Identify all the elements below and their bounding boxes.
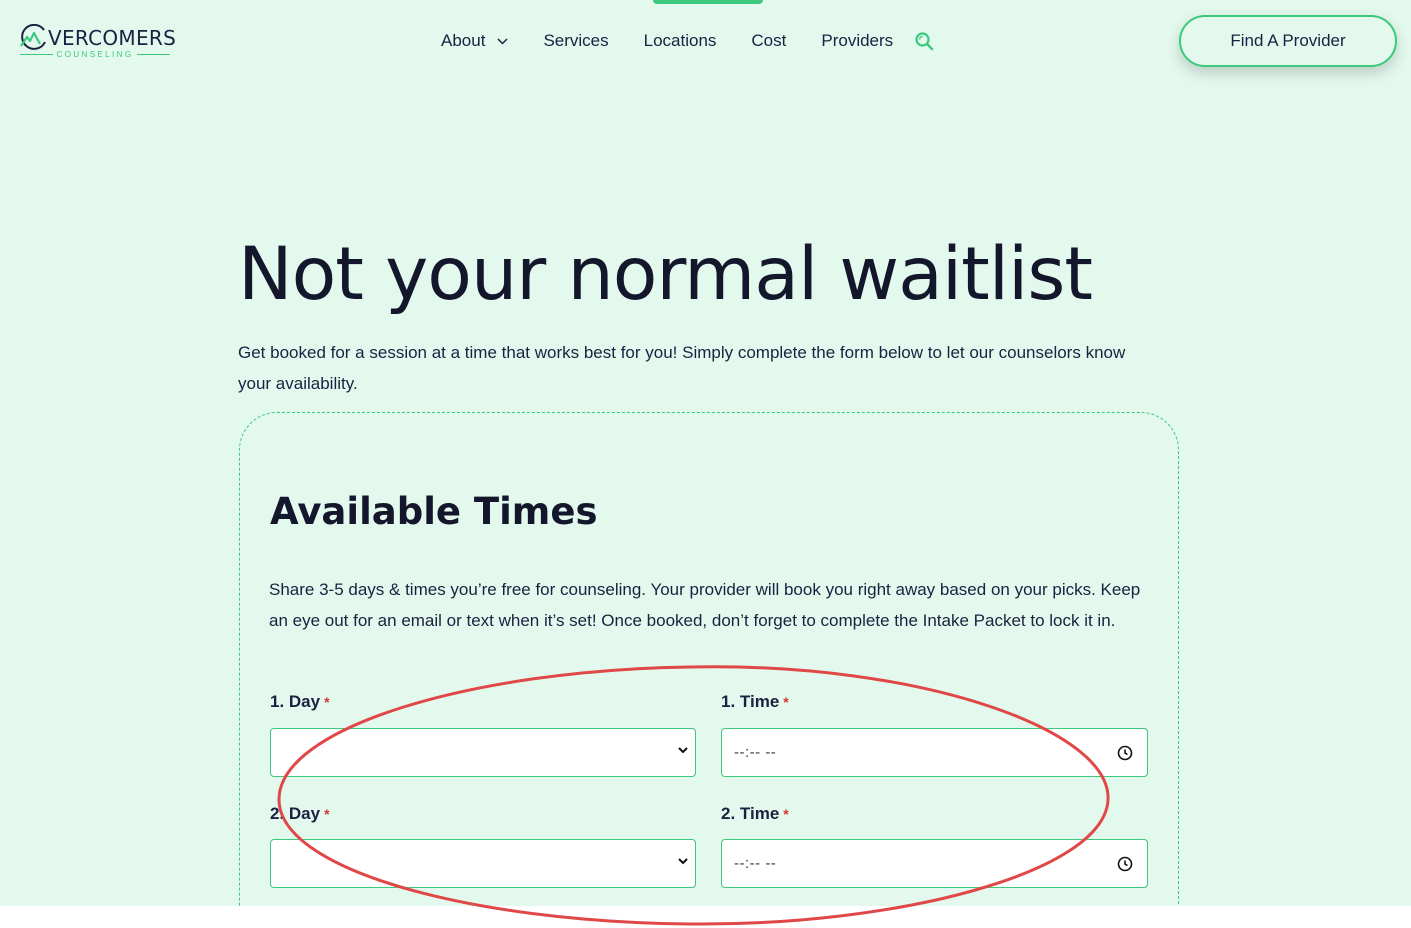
nav-item-cost[interactable]: Cost xyxy=(751,31,786,51)
logo[interactable]: VERCOMERS COUNSELING xyxy=(18,24,178,64)
logo-subtitle-text: COUNSELING xyxy=(56,50,134,59)
nav-label: Providers xyxy=(821,31,894,50)
time-2-label: 2. Time * xyxy=(721,804,789,824)
find-provider-button[interactable]: Find A Provider xyxy=(1179,15,1397,67)
nav-label: About xyxy=(441,31,486,50)
page-title: Not your normal waitlist xyxy=(238,232,1093,317)
search-icon[interactable] xyxy=(914,31,934,51)
main-nav: About Services Locations Cost Providers xyxy=(441,30,934,52)
logo-subtitle: COUNSELING xyxy=(20,50,170,59)
page: VERCOMERS COUNSELING About Services Loca… xyxy=(0,0,1411,906)
waitlist-form-card xyxy=(239,412,1179,906)
time-2-input[interactable]: --:-- -- xyxy=(721,839,1148,888)
nav-label: Cost xyxy=(751,31,787,50)
nav-item-about[interactable]: About xyxy=(441,31,508,51)
nav-label: Services xyxy=(543,31,609,50)
hero-subtitle: Get booked for a session at a time that … xyxy=(238,343,1126,393)
time-placeholder: --:-- -- xyxy=(734,744,777,761)
clock-icon[interactable] xyxy=(1117,856,1133,872)
nav-label: Locations xyxy=(643,31,717,50)
day-1-label: 1. Day * xyxy=(270,692,330,712)
clock-icon[interactable] xyxy=(1117,745,1133,761)
nav-item-services[interactable]: Services xyxy=(543,31,608,51)
day-2-label: 2. Day * xyxy=(270,804,330,824)
required-mark: * xyxy=(324,806,330,822)
field-label-text: 2. Day xyxy=(270,804,321,823)
top-indicator xyxy=(653,0,763,4)
chevron-down-icon xyxy=(497,37,508,45)
field-label-text: 2. Time xyxy=(721,804,780,823)
nav-item-locations[interactable]: Locations xyxy=(644,31,717,51)
field-label-text: 1. Time xyxy=(721,692,780,711)
time-1-label: 1. Time * xyxy=(721,692,789,712)
mountain-logo-icon xyxy=(20,24,46,50)
day-1-select[interactable] xyxy=(270,728,696,777)
nav-item-providers[interactable]: Providers xyxy=(821,31,893,51)
chevron-down-icon xyxy=(678,858,688,865)
chevron-down-icon xyxy=(678,747,688,754)
form-title: Available Times xyxy=(270,490,598,533)
time-1-input[interactable]: --:-- -- xyxy=(721,728,1148,777)
required-mark: * xyxy=(783,806,789,822)
form-description: Share 3-5 days & times you’re free for c… xyxy=(269,580,1141,630)
day-2-select[interactable] xyxy=(270,839,696,888)
required-mark: * xyxy=(783,694,789,710)
time-placeholder: --:-- -- xyxy=(734,855,777,872)
field-label-text: 1. Day xyxy=(270,692,321,711)
logo-wordmark: VERCOMERS xyxy=(48,26,177,50)
required-mark: * xyxy=(324,694,330,710)
